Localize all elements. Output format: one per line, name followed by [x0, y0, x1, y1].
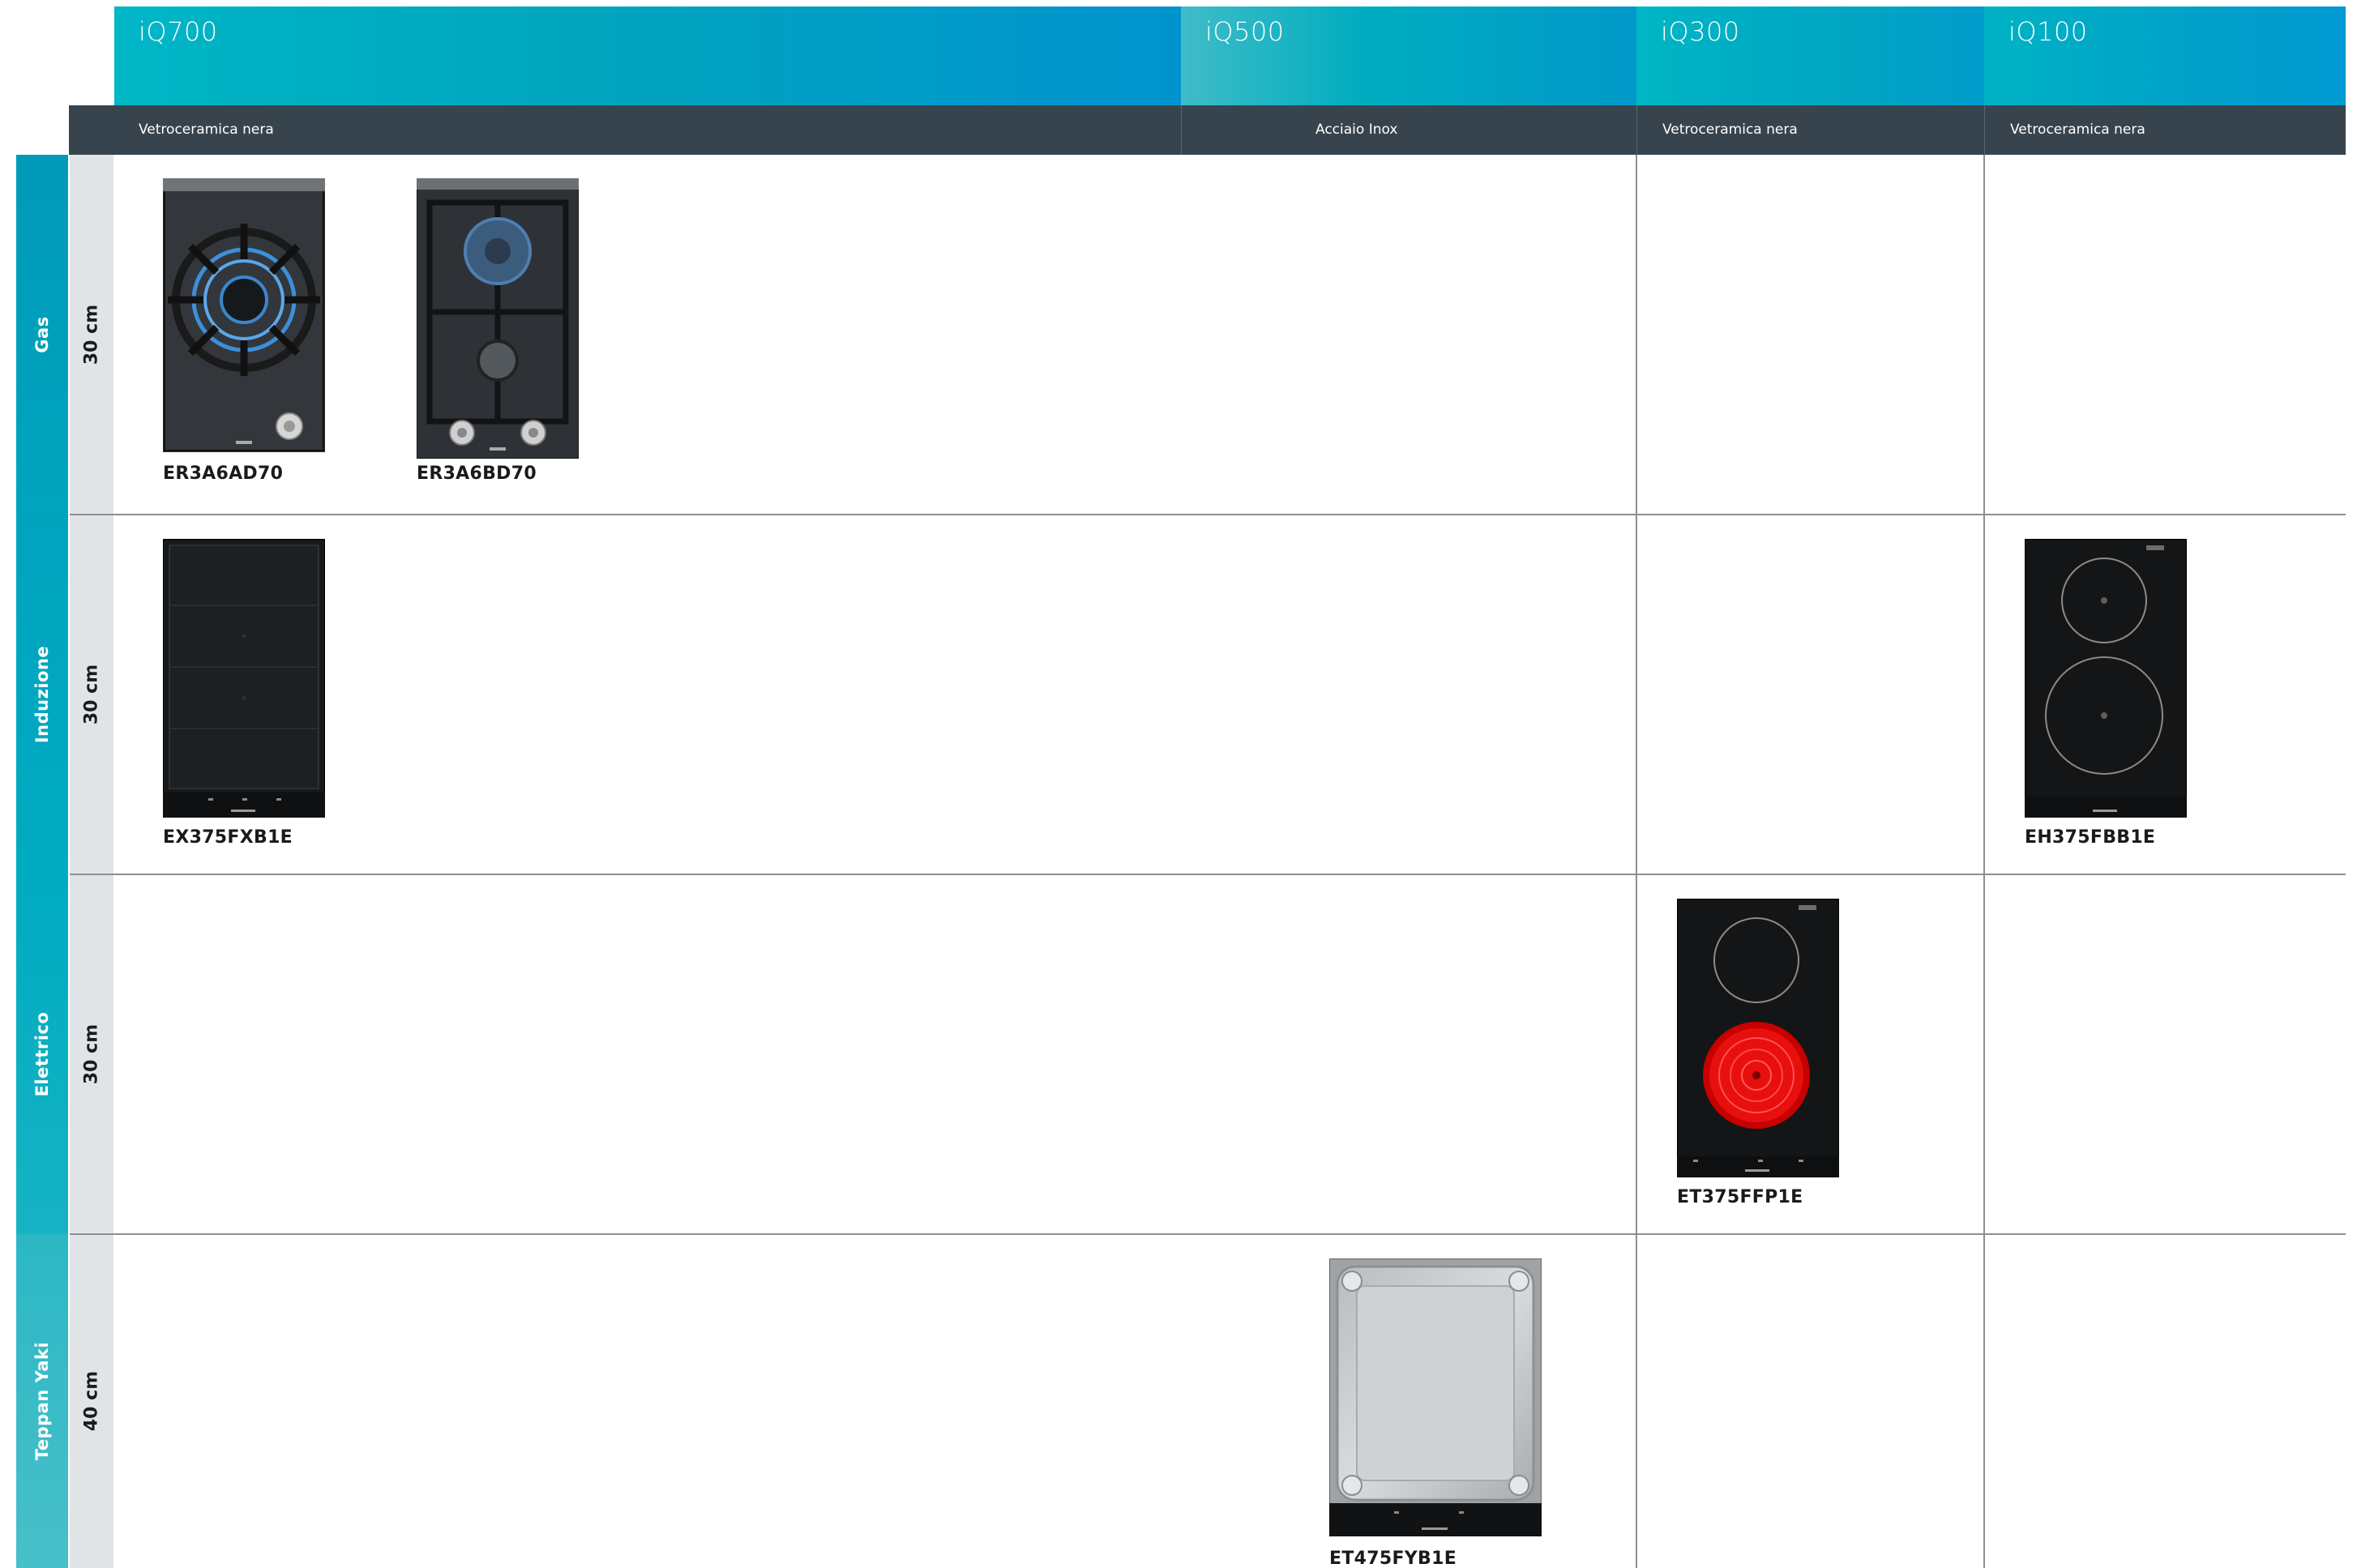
row-type-label: Induzione: [32, 645, 52, 744]
product-card-er3a6bd70[interactable]: ER3A6BD70: [417, 178, 660, 494]
gas-two-burner-hob-icon: [417, 178, 579, 459]
product-code: EH375FBB1E: [2025, 827, 2156, 848]
two-zone-induction-hob-icon: [2025, 539, 2187, 818]
series-label: iQ700: [139, 16, 218, 47]
material-label-iq500: Acciaio Inox: [1315, 122, 1398, 138]
ceramic-radiant-hob-icon: [1677, 899, 1839, 1177]
product-code: ER3A6BD70: [417, 464, 537, 484]
row-size-label: 30 cm: [81, 1023, 102, 1085]
material-label-iq300: Vetroceramica nera: [1662, 122, 1798, 138]
teppan-yaki-plate-icon: [1329, 1258, 1542, 1536]
row-type-induzione: Induzione: [16, 515, 68, 874]
row-type-gas: Gas: [16, 155, 68, 515]
row-divider: [70, 514, 2346, 515]
material-divider: [1636, 105, 1637, 155]
gas-wok-burner-hob-icon: [163, 178, 325, 452]
product-card-er3a6ad70[interactable]: ER3A6AD70: [163, 178, 406, 494]
series-label: iQ300: [1661, 16, 1740, 47]
column-divider: [1983, 155, 1985, 1568]
product-code: EX375FXB1E: [163, 827, 293, 848]
material-divider: [1181, 105, 1182, 155]
material-band: [69, 105, 2346, 155]
flex-induction-hob-icon: [163, 539, 325, 818]
product-code: ER3A6AD70: [163, 464, 284, 484]
series-label: iQ500: [1205, 16, 1285, 47]
row-type-teppan-yaki: Teppan Yaki: [16, 1234, 68, 1568]
row-type-label: Elettrico: [32, 1011, 52, 1097]
material-label-iq100: Vetroceramica nera: [2010, 122, 2145, 138]
row-size-label: 30 cm: [81, 304, 102, 365]
series-header-iq300: iQ300: [1636, 6, 1984, 105]
product-card-et375ffp1e[interactable]: ET375FFP1E: [1677, 899, 1920, 1215]
row-size-elettrico: 30 cm: [70, 874, 113, 1234]
row-size-label: 40 cm: [81, 1370, 102, 1432]
row-size-label: 30 cm: [81, 664, 102, 725]
row-size-teppan-yaki: 40 cm: [70, 1234, 113, 1568]
row-type-label: Teppan Yaki: [32, 1341, 52, 1461]
row-size-induzione: 30 cm: [70, 515, 113, 874]
series-header-iq700: iQ700: [114, 6, 1181, 105]
row-size-gas: 30 cm: [70, 155, 113, 515]
series-label: iQ100: [2008, 16, 2088, 47]
series-header-iq500: iQ500: [1181, 6, 1636, 105]
material-divider: [1984, 105, 1985, 155]
row-type-elettrico: Elettrico: [16, 874, 68, 1234]
series-header-iq100: iQ100: [1984, 6, 2346, 105]
row-divider: [70, 1233, 2346, 1235]
product-card-et475fyb1e[interactable]: ET475FYB1E: [1329, 1258, 1572, 1568]
product-code: ET375FFP1E: [1677, 1187, 1803, 1207]
row-type-label: Gas: [32, 316, 52, 353]
column-divider: [1636, 155, 1637, 1568]
product-card-ex375fxb1e[interactable]: EX375FXB1E: [163, 539, 406, 855]
product-code: ET475FYB1E: [1329, 1549, 1457, 1568]
product-card-eh375fbb1e[interactable]: EH375FBB1E: [2025, 539, 2268, 855]
material-label-iq700: Vetroceramica nera: [139, 122, 274, 138]
row-divider: [70, 874, 2346, 875]
